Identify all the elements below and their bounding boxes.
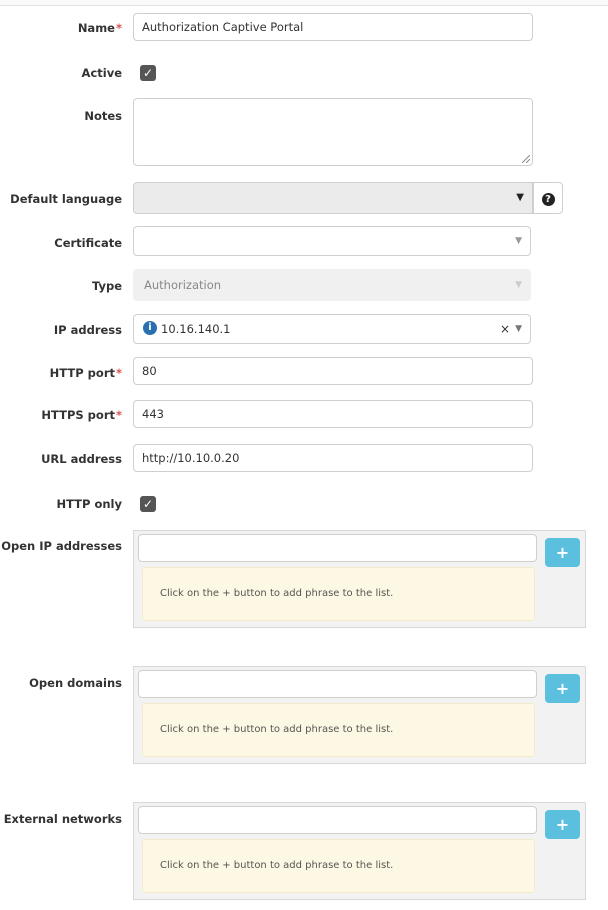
- notes-textarea[interactable]: [133, 98, 533, 166]
- ip-address-label: IP address: [53, 323, 122, 337]
- name-label: Name*: [77, 21, 122, 35]
- ip-address-value: 10.16.140.1: [161, 322, 231, 336]
- external-networks-label: External networks: [3, 812, 122, 826]
- check-icon: ✓: [142, 497, 154, 511]
- list-hint: Click on the + button to add phrase to t…: [142, 839, 535, 893]
- plus-icon: +: [555, 815, 570, 834]
- list-hint: Click on the + button to add phrase to t…: [142, 567, 535, 621]
- open-domains-label: Open domains: [29, 676, 122, 690]
- name-input[interactable]: [133, 13, 533, 41]
- type-value: Authorization: [144, 278, 222, 292]
- required-mark: *: [115, 408, 122, 422]
- plus-icon: +: [555, 543, 570, 562]
- add-open-ip-address-button[interactable]: +: [545, 538, 580, 567]
- chevron-down-icon: ▼: [516, 192, 524, 203]
- certificate-select[interactable]: ▼: [133, 226, 531, 256]
- info-icon: i: [143, 321, 157, 335]
- type-select: Authorization ▼: [133, 269, 531, 301]
- http-port-label: HTTP port*: [49, 366, 122, 380]
- https-port-input[interactable]: [133, 400, 533, 428]
- url-address-label: URL address: [41, 452, 122, 466]
- external-networks-input[interactable]: [138, 806, 537, 834]
- certificate-label: Certificate: [54, 236, 122, 250]
- required-mark: *: [115, 21, 122, 35]
- add-external-network-button[interactable]: +: [545, 810, 580, 839]
- list-hint: Click on the + button to add phrase to t…: [142, 703, 535, 757]
- plus-icon: +: [555, 679, 570, 698]
- top-border: [0, 0, 608, 6]
- question-circle-icon: ?: [541, 193, 555, 206]
- ip-address-select[interactable]: i 10.16.140.1 × ▼: [133, 314, 531, 344]
- open-ip-addresses-input[interactable]: [138, 534, 537, 562]
- required-mark: *: [115, 366, 122, 380]
- add-open-domain-button[interactable]: +: [545, 674, 580, 703]
- open-ip-addresses-list: + Click on the + button to add phrase to…: [133, 530, 586, 628]
- chevron-down-icon: ▼: [515, 236, 522, 246]
- default-language-select[interactable]: ▼: [133, 182, 533, 214]
- open-domains-input[interactable]: [138, 670, 537, 698]
- external-networks-list: + Click on the + button to add phrase to…: [133, 802, 586, 900]
- help-button[interactable]: ?: [533, 182, 563, 214]
- http-only-label: HTTP only: [56, 497, 122, 511]
- resize-grip-icon[interactable]: [522, 155, 530, 163]
- open-domains-list: + Click on the + button to add phrase to…: [133, 666, 586, 764]
- https-port-label: HTTPS port*: [41, 408, 122, 422]
- open-ip-addresses-label: Open IP addresses: [1, 539, 122, 553]
- chevron-down-icon: ▼: [515, 280, 522, 290]
- notes-label: Notes: [84, 109, 122, 123]
- default-language-label: Default language: [10, 192, 122, 206]
- active-checkbox[interactable]: ✓: [140, 65, 156, 81]
- http-only-checkbox[interactable]: ✓: [140, 496, 156, 512]
- chevron-down-icon: ▼: [515, 324, 522, 334]
- type-label: Type: [91, 279, 122, 293]
- url-address-input[interactable]: [133, 444, 533, 472]
- active-label: Active: [81, 66, 122, 80]
- http-port-input[interactable]: [133, 357, 533, 385]
- clear-icon[interactable]: ×: [500, 315, 510, 343]
- check-icon: ✓: [142, 66, 154, 80]
